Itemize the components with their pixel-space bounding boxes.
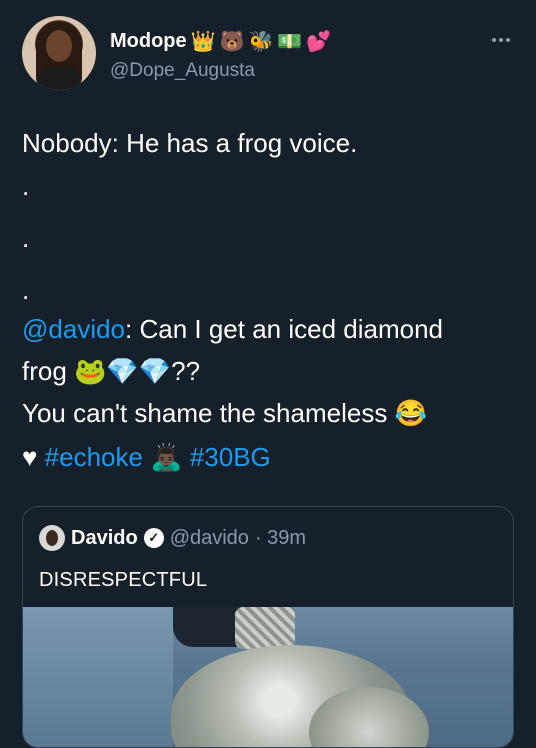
hashtag-echoke[interactable]: #echoke [45, 442, 143, 472]
hashtag-30bg[interactable]: #30BG [190, 442, 271, 472]
shameless-text: You can't shame the shameless [22, 398, 395, 428]
display-name-row[interactable]: Modope 👑 🐻 🐝 💵 💕 [110, 30, 331, 53]
tweet-line-hashtags: ♥ #echoke 🙇🏿‍♂️ #30BG [22, 440, 522, 474]
frog-text: frog [22, 356, 75, 386]
quoted-avatar[interactable] [39, 525, 65, 551]
bear-emoji: 🐻 [219, 30, 245, 53]
quoted-timestamp[interactable]: · 39m [255, 527, 306, 550]
question-marks: ?? [171, 356, 201, 386]
quoted-handle[interactable]: @davido [170, 527, 249, 550]
quoted-tweet[interactable]: Davido ✓ @davido · 39m DISRESPECTFUL [22, 506, 514, 748]
quoted-tweet-header: Davido ✓ @davido · 39m [39, 525, 306, 551]
quoted-display-name[interactable]: Davido [71, 527, 138, 550]
tweet-line-shameless: You can't shame the shameless 😂 [22, 396, 522, 430]
frog-diamond-emojis: 🐸💎💎 [74, 356, 172, 386]
tweet-dot-2: . [22, 223, 30, 253]
user-avatar[interactable] [22, 16, 96, 90]
more-options-icon[interactable] [492, 38, 510, 42]
display-name[interactable]: Modope [110, 30, 187, 53]
laughing-emoji: 😂 [394, 398, 427, 428]
tweet-line-frog: frog 🐸💎💎?? [22, 354, 522, 388]
verified-badge-icon: ✓ [143, 528, 164, 548]
quoted-tweet-text: DISRESPECTFUL [39, 569, 208, 591]
tweet-line-mention: @davido: Can I get an iced diamond [22, 312, 522, 346]
money-emoji: 💵 [277, 30, 303, 53]
bowing-emoji: 🙇🏿‍♂️ [150, 442, 183, 472]
user-handle[interactable]: @Dope_Augusta [110, 60, 255, 82]
hearts-emoji: 💕 [306, 30, 332, 53]
mention-link[interactable]: @davido [22, 314, 125, 344]
tweet-dot-1: . [22, 171, 30, 201]
tweet-header: Modope 👑 🐻 🐝 💵 💕 @Dope_Augusta [22, 16, 536, 96]
bee-emoji: 🐝 [248, 30, 274, 53]
mention-line-text: : Can I get an iced diamond [125, 314, 443, 344]
heart-icon: ♥ [22, 442, 38, 472]
tweet-line-1: Nobody: He has a frog voice. [22, 128, 358, 158]
quoted-tweet-image[interactable] [23, 607, 513, 747]
crown-emoji: 👑 [190, 30, 216, 53]
tweet-body: Nobody: He has a frog voice. . . . @davi… [22, 126, 522, 474]
tweet-dot-3: . [22, 275, 30, 305]
